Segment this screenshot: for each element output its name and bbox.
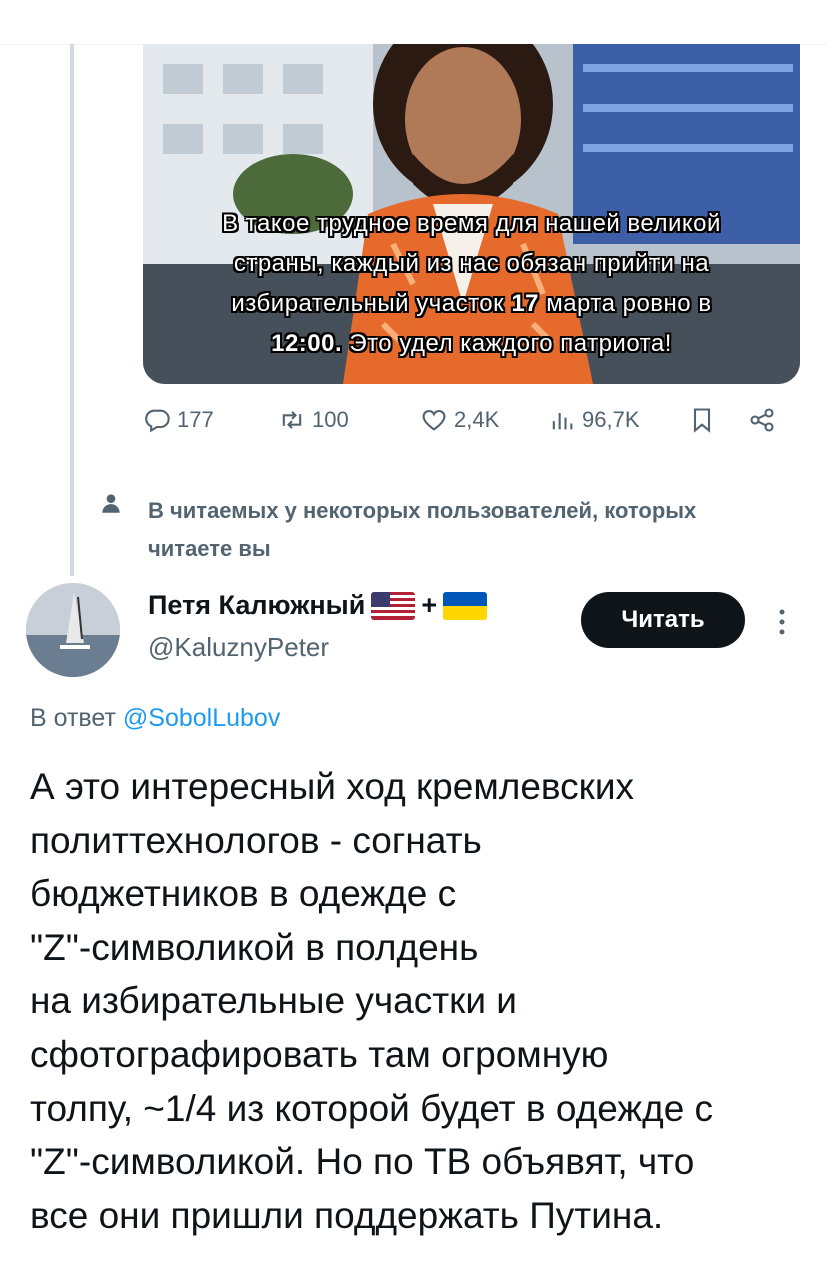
caption-line-3: избирательный участок 17 марта ровно в xyxy=(231,290,712,317)
like-count: 2,4K xyxy=(454,407,500,432)
repost-count: 100 xyxy=(312,407,349,432)
caption-line-1: В такое трудное время для нашей великой xyxy=(222,210,721,237)
follow-button[interactable]: Читать xyxy=(581,592,745,648)
repost-icon xyxy=(282,411,302,429)
share-button[interactable] xyxy=(748,406,776,434)
author-name[interactable]: Петя Калюжный xyxy=(148,590,365,621)
reply-to-prefix: В ответ xyxy=(30,704,123,732)
plus-sign: + xyxy=(421,590,438,620)
like-icon xyxy=(422,409,446,431)
tweet-text: А это интересный ход кремлевских политте… xyxy=(30,766,714,1236)
more-icon[interactable] xyxy=(770,604,794,640)
bookmark-button[interactable] xyxy=(688,406,716,434)
social-context-text: В читаемых у некоторых пользователей, ко… xyxy=(148,498,697,561)
person-icon xyxy=(102,494,120,513)
reply-to-handle-link[interactable]: @SobolLubov xyxy=(123,704,280,732)
reply-button[interactable]: 177 xyxy=(143,406,214,434)
repost-button[interactable]: 100 xyxy=(278,406,349,434)
author-handle[interactable]: @KaluznyPeter xyxy=(148,632,329,663)
image-caption: В такое трудное время для нашей великой … xyxy=(143,204,800,364)
author-name-row[interactable]: Петя Калюжный + xyxy=(148,590,488,621)
views-button[interactable]: 96,7K xyxy=(548,406,640,434)
caption-line-2: страны, каждый из нас обязан прийти на xyxy=(233,250,710,277)
tweet-media-image[interactable]: В такое трудное время для нашей великой … xyxy=(143,44,800,384)
views-count: 96,7K xyxy=(582,407,640,432)
us-flag-icon xyxy=(371,591,416,620)
avatar[interactable] xyxy=(26,583,120,677)
share-icon xyxy=(750,408,774,432)
tweet-action-bar: 177 100 2,4K 96,7K xyxy=(143,406,793,446)
reply-count: 177 xyxy=(177,407,214,432)
bookmark-icon xyxy=(693,408,711,433)
caption-line-4: 12:00. Это удел каждого патриота! xyxy=(271,330,672,357)
like-button[interactable]: 2,4K xyxy=(420,406,499,434)
reply-to-line: В ответ @SobolLubov xyxy=(30,704,280,733)
reply-icon xyxy=(145,409,170,433)
ua-flag-icon xyxy=(443,591,488,620)
windsurfer-photo xyxy=(26,583,120,677)
thread-connector-line xyxy=(70,44,74,576)
views-icon xyxy=(552,413,573,430)
